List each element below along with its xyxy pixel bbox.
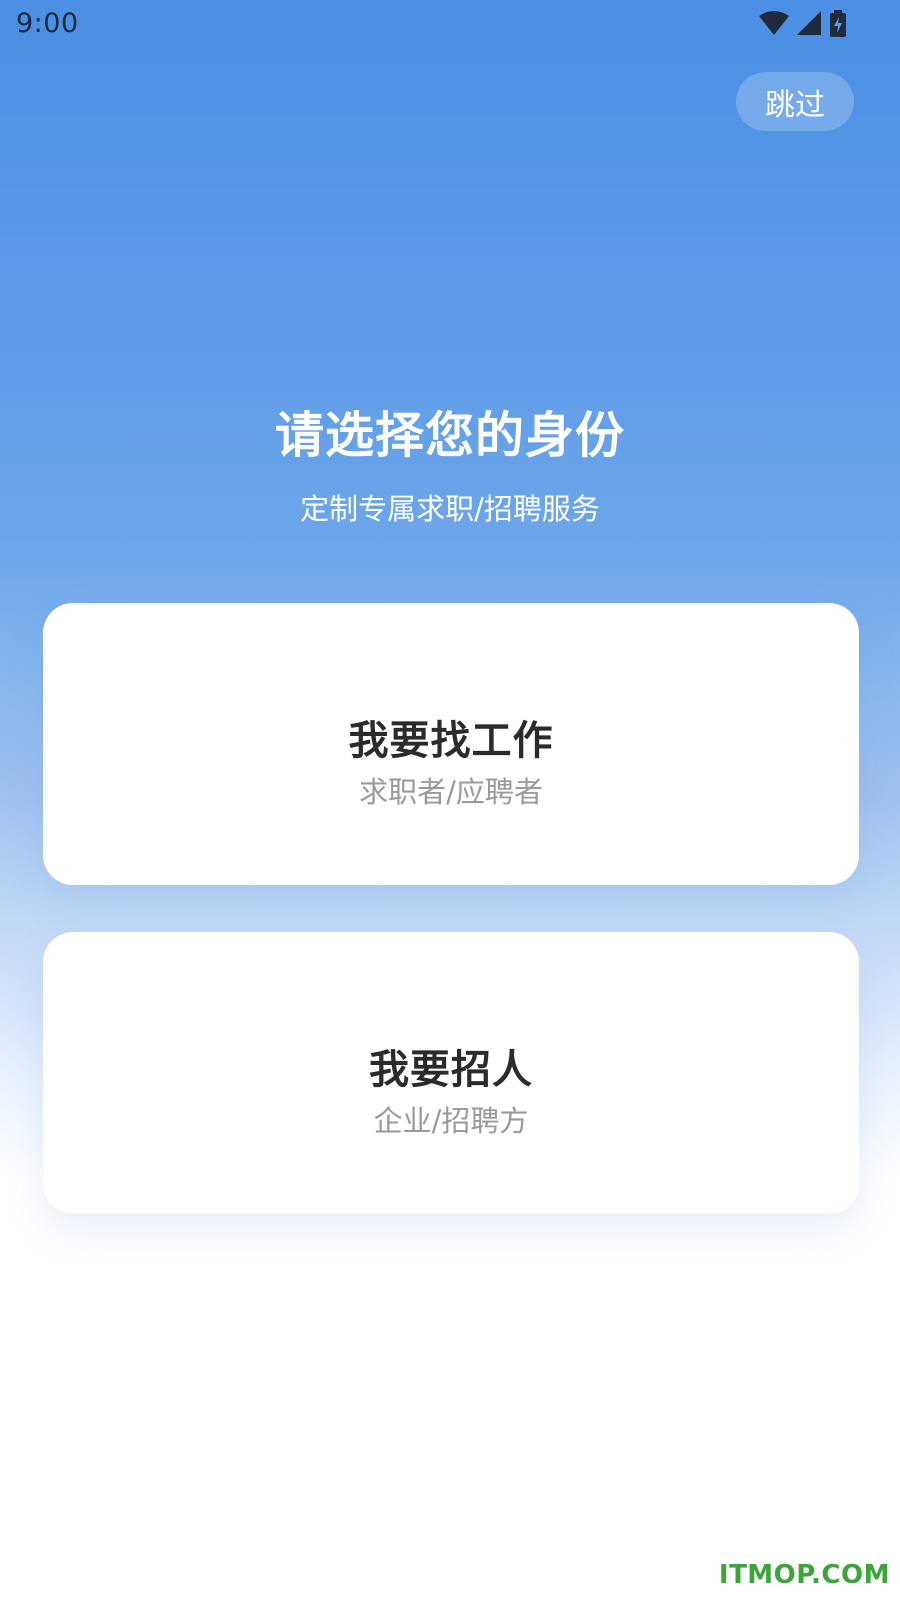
wifi-icon <box>758 10 790 36</box>
job-seeker-title: 我要找工作 <box>348 718 554 764</box>
job-seeker-card[interactable]: 我要找工作 求职者/应聘者 <box>43 603 859 885</box>
page-title: 请选择您的身份 <box>274 407 625 464</box>
cellular-signal-icon <box>796 10 822 36</box>
skip-label: 跳过 <box>765 87 825 123</box>
watermark: ITMOP.COM <box>718 1560 890 1590</box>
recruiter-card[interactable]: 我要招人 企业/招聘方 <box>43 932 859 1214</box>
status-bar: 9:00 <box>0 0 900 50</box>
page-subtitle: 定制专属求职/招聘服务 <box>300 492 600 526</box>
recruiter-title: 我要招人 <box>369 1047 533 1093</box>
status-icons <box>758 10 848 38</box>
battery-charging-icon <box>828 10 848 38</box>
recruiter-subtitle: 企业/招聘方 <box>373 1104 529 1138</box>
skip-button[interactable]: 跳过 <box>736 72 854 131</box>
job-seeker-subtitle: 求职者/应聘者 <box>359 775 543 809</box>
status-time: 9:00 <box>16 8 79 39</box>
